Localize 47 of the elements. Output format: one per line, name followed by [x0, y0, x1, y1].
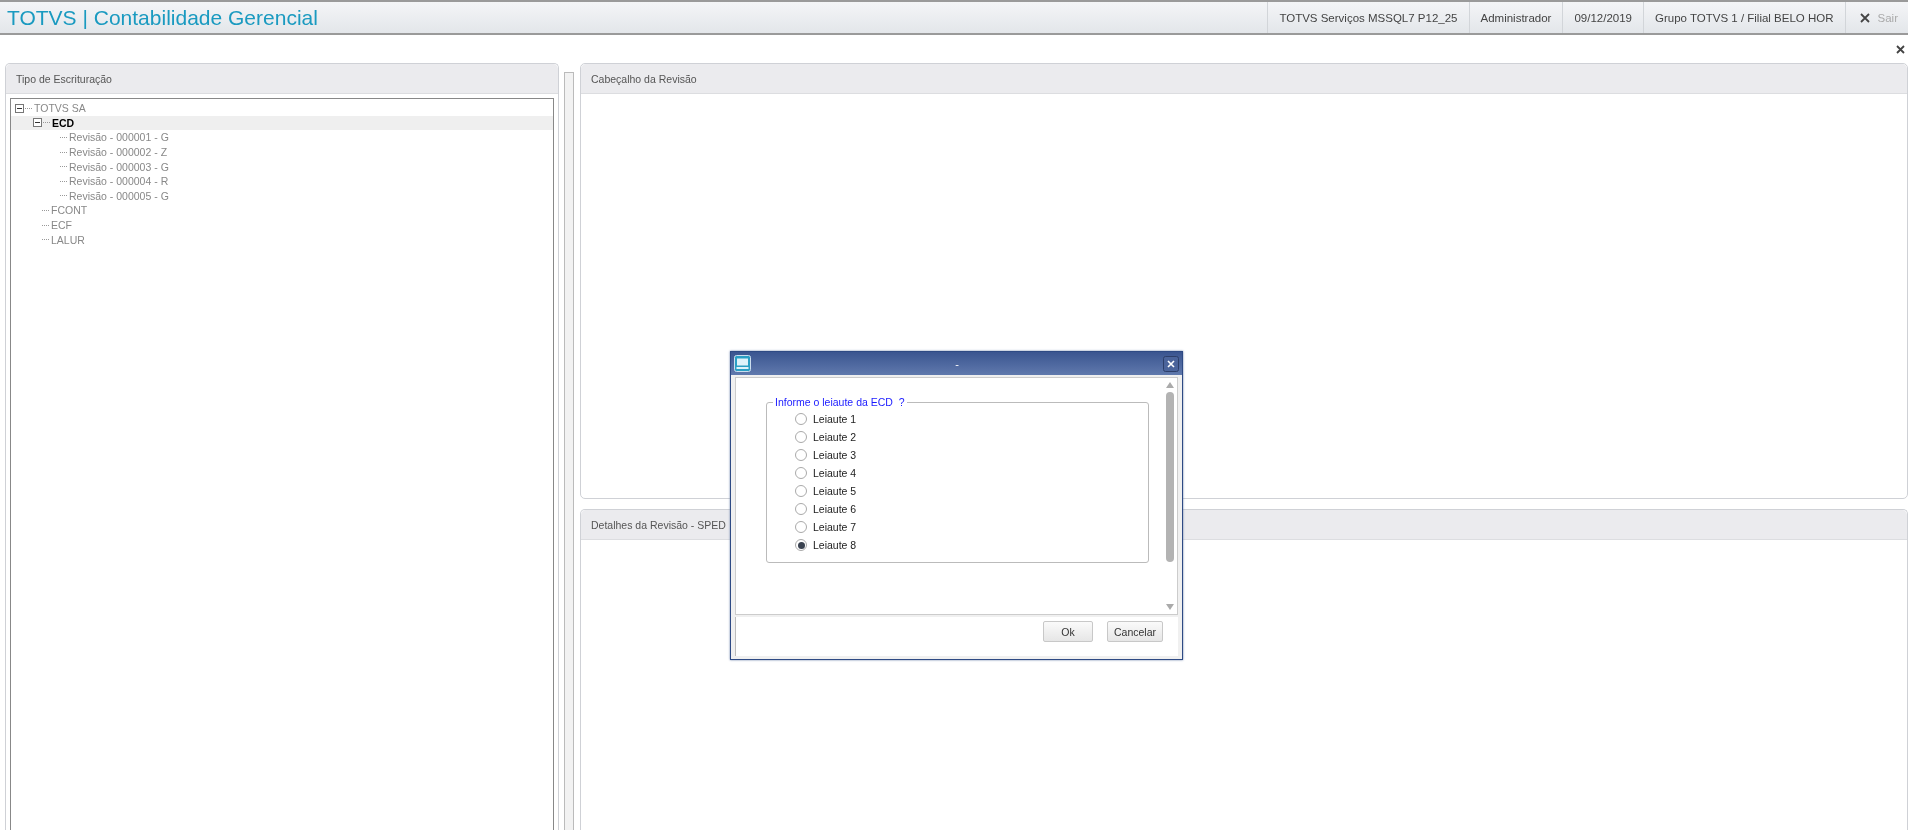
option-label: Leiaute 4: [813, 467, 857, 479]
radio-button[interactable]: [795, 521, 807, 533]
option-label: Leiaute 7: [813, 521, 857, 533]
panel-title: Cabeçalho da Revisão: [581, 64, 1907, 94]
tree-item[interactable]: ECD: [52, 116, 75, 129]
close-icon: [1896, 44, 1905, 54]
radio-button[interactable]: [795, 539, 807, 551]
cancel-button[interactable]: Cancelar: [1106, 621, 1163, 642]
monitor-icon: [734, 355, 751, 372]
group-legend: Informe o leiaute da ECD ?: [773, 396, 907, 408]
ok-button[interactable]: Ok: [1042, 621, 1093, 642]
option-label: Leiaute 1: [813, 413, 857, 425]
scroll-down-icon[interactable]: [1166, 604, 1174, 610]
tree-item[interactable]: Revisão - 000005 - G: [69, 189, 169, 202]
close-icon: [1859, 12, 1870, 23]
option-label: Leiaute 3: [813, 449, 857, 461]
close-button[interactable]: [1896, 44, 1905, 54]
radio-button[interactable]: [795, 485, 807, 497]
splitter[interactable]: [564, 72, 574, 830]
app-title: TOTVS | Contabilidade Gerencial: [6, 5, 319, 30]
radio-button[interactable]: [795, 431, 807, 443]
header-info: Grupo TOTVS 1 / Filial BELO HOR: [1643, 2, 1845, 33]
tree-item[interactable]: Revisão - 000003 - G: [69, 160, 169, 173]
radio-button[interactable]: [795, 503, 807, 515]
tree-item[interactable]: Revisão - 000001 - G: [69, 131, 169, 144]
tree-item[interactable]: FCONT: [51, 204, 88, 217]
tree-item[interactable]: LALUR: [51, 233, 85, 246]
tree-item[interactable]: TOTVS SA: [34, 102, 86, 115]
header-info: TOTVS Serviços MSSQL7 P12_25: [1267, 2, 1469, 33]
header-info: 09/12/2019: [1562, 2, 1643, 33]
exit-button[interactable]: Sair: [1844, 2, 1908, 33]
tree-item[interactable]: Revisão - 000004 - R: [69, 175, 169, 188]
option-label: Leiaute 2: [813, 431, 857, 443]
dialog-title: -: [954, 357, 960, 370]
radio-button[interactable]: [795, 467, 807, 479]
option-label: Leiaute 5: [813, 485, 857, 497]
tree-item[interactable]: ECF: [51, 219, 72, 232]
tree-item[interactable]: Revisão - 000002 - Z: [69, 146, 168, 159]
panel-title: Tipo de Escrituração: [6, 64, 558, 94]
close-icon[interactable]: [1163, 355, 1179, 372]
radio-button[interactable]: [795, 449, 807, 461]
minus-box-icon[interactable]: [15, 103, 24, 113]
radio-button[interactable]: [795, 413, 807, 425]
option-label: Leiaute 8: [813, 539, 857, 551]
scroll-up-icon[interactable]: [1166, 382, 1174, 388]
minus-box-icon[interactable]: [33, 118, 42, 128]
header-info: Administrador: [1468, 2, 1563, 33]
